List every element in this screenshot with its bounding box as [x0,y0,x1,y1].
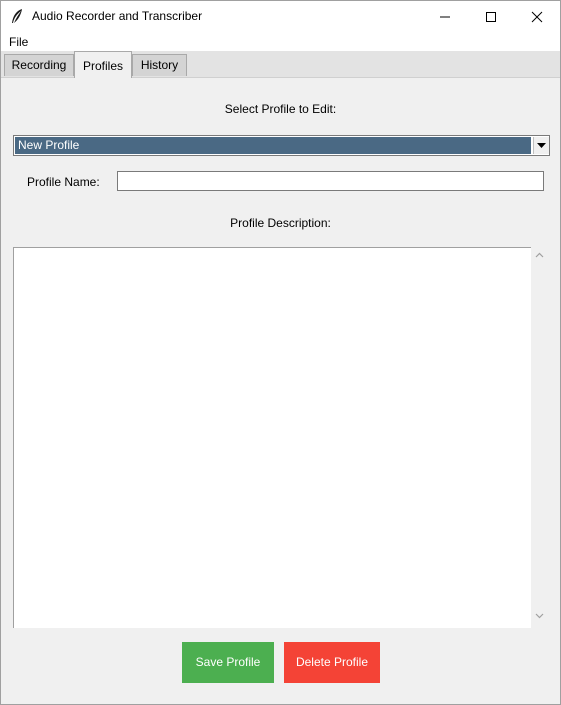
title-bar: Audio Recorder and Transcriber [1,1,560,32]
tab-profiles[interactable]: Profiles [74,51,132,78]
menu-bar: File [1,32,560,51]
maximize-icon [486,12,496,22]
close-button[interactable] [514,1,560,32]
tab-recording[interactable]: Recording [4,54,74,76]
description-scrollbar[interactable] [531,247,548,627]
tab-strip: Recording History Profiles [1,51,560,78]
profile-name-label: Profile Name: [27,175,100,189]
tab-history[interactable]: History [132,54,187,76]
profile-name-input[interactable] [117,171,544,191]
profile-select-dropdown-button[interactable] [533,137,549,154]
window-title: Audio Recorder and Transcriber [32,9,203,23]
profile-select-value: New Profile [15,137,531,154]
menu-file[interactable]: File [9,35,28,49]
scroll-up-icon[interactable] [535,252,544,258]
scroll-down-icon[interactable] [535,613,544,619]
minimize-button[interactable] [422,1,468,32]
profile-select[interactable]: New Profile [13,135,550,156]
profile-description-label: Profile Description: [230,216,331,230]
profiles-panel: Select Profile to Edit: New Profile Prof… [1,78,560,704]
minimize-icon [440,16,450,18]
profile-description-textarea[interactable] [13,247,531,628]
feather-icon [10,8,24,25]
select-profile-label: Select Profile to Edit: [224,102,337,116]
save-profile-button[interactable]: Save Profile [182,642,274,683]
close-icon [531,11,543,23]
maximize-button[interactable] [468,1,514,32]
app-window: Audio Recorder and Transcriber File Reco… [0,0,561,705]
dropdown-arrow-icon [537,143,546,148]
delete-profile-button[interactable]: Delete Profile [284,642,380,683]
